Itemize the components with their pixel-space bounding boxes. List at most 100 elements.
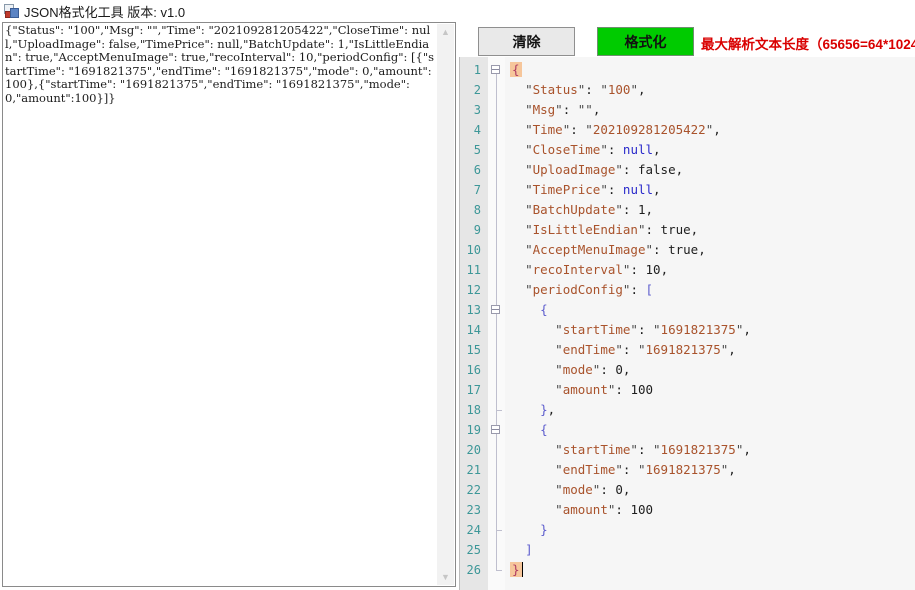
- titlebar: JSON格式化工具 版本: v1.0: [0, 0, 915, 22]
- fold-marker: [488, 200, 505, 220]
- code-text: "Msg": "",: [505, 100, 600, 120]
- fold-marker: [488, 560, 505, 580]
- fold-marker: [488, 500, 505, 520]
- code-line: 18 },: [460, 400, 915, 420]
- code-text: {: [505, 60, 522, 80]
- code-rows: 1{2 "Status": "100",3 "Msg": "",4 "Time"…: [460, 57, 915, 580]
- code-text: {: [505, 420, 548, 440]
- line-number: 7: [460, 180, 488, 200]
- clear-button[interactable]: 清除: [478, 27, 575, 56]
- fold-marker: [488, 520, 505, 540]
- code-line: 1{: [460, 60, 915, 80]
- fold-marker: [488, 340, 505, 360]
- code-line: 10 "AcceptMenuImage": true,: [460, 240, 915, 260]
- line-number: 20: [460, 440, 488, 460]
- fold-marker: [488, 380, 505, 400]
- raw-json-text[interactable]: {"Status": "100","Msg": "","Time": "2021…: [5, 24, 435, 105]
- line-number: 5: [460, 140, 488, 160]
- code-line: 25 ]: [460, 540, 915, 560]
- fold-marker: [488, 80, 505, 100]
- line-number: 3: [460, 100, 488, 120]
- line-number: 17: [460, 380, 488, 400]
- fold-marker: [488, 160, 505, 180]
- code-line: 3 "Msg": "",: [460, 100, 915, 120]
- text-caret: [522, 562, 523, 577]
- line-number: 9: [460, 220, 488, 240]
- code-text: {: [505, 300, 548, 320]
- code-line: 24 }: [460, 520, 915, 540]
- code-text: "recoInterval": 10,: [505, 260, 668, 280]
- line-number: 25: [460, 540, 488, 560]
- fold-marker: [488, 220, 505, 240]
- line-number: 11: [460, 260, 488, 280]
- line-number: 18: [460, 400, 488, 420]
- code-line: 8 "BatchUpdate": 1,: [460, 200, 915, 220]
- line-number: 21: [460, 460, 488, 480]
- code-line: 6 "UploadImage": false,: [460, 160, 915, 180]
- line-number: 26: [460, 560, 488, 580]
- code-text: }: [505, 520, 548, 540]
- code-line: 26}: [460, 560, 915, 580]
- fold-marker: [488, 260, 505, 280]
- line-number: 14: [460, 320, 488, 340]
- code-line: 12 "periodConfig": [: [460, 280, 915, 300]
- line-number: 19: [460, 420, 488, 440]
- code-text: ]: [505, 540, 533, 560]
- fold-marker: [488, 240, 505, 260]
- fold-marker: [488, 540, 505, 560]
- fold-marker: [488, 320, 505, 340]
- line-number: 4: [460, 120, 488, 140]
- line-number: 1: [460, 60, 488, 80]
- line-number: 12: [460, 280, 488, 300]
- scroll-up-icon[interactable]: ▲: [437, 25, 454, 39]
- code-line: 16 "mode": 0,: [460, 360, 915, 380]
- code-line: 2 "Status": "100",: [460, 80, 915, 100]
- line-number: 10: [460, 240, 488, 260]
- line-number: 16: [460, 360, 488, 380]
- code-line: 4 "Time": "202109281205422",: [460, 120, 915, 140]
- code-text: "Status": "100",: [505, 80, 646, 100]
- code-text: "IsLittleEndian": true,: [505, 220, 698, 240]
- code-text: "startTime": "1691821375",: [505, 440, 751, 460]
- fold-marker: [488, 140, 505, 160]
- code-line: 14 "startTime": "1691821375",: [460, 320, 915, 340]
- format-button[interactable]: 格式化: [597, 27, 694, 56]
- code-text: "UploadImage": false,: [505, 160, 683, 180]
- code-line: 23 "amount": 100: [460, 500, 915, 520]
- window-title: JSON格式化工具 版本: v1.0: [24, 2, 185, 21]
- code-editor[interactable]: 1{2 "Status": "100",3 "Msg": "",4 "Time"…: [459, 57, 915, 590]
- scroll-down-icon[interactable]: ▼: [437, 570, 454, 584]
- line-number: 8: [460, 200, 488, 220]
- fold-marker: [488, 120, 505, 140]
- code-line: 22 "mode": 0,: [460, 480, 915, 500]
- code-line: 7 "TimePrice": null,: [460, 180, 915, 200]
- code-text: "mode": 0,: [505, 360, 630, 380]
- code-line: 13 {: [460, 300, 915, 320]
- app-icon: [4, 4, 18, 18]
- code-text: "amount": 100: [505, 500, 653, 520]
- fold-toggle-icon[interactable]: [488, 420, 505, 440]
- code-text: "endTime": "1691821375",: [505, 340, 736, 360]
- line-number: 6: [460, 160, 488, 180]
- fold-toggle-icon[interactable]: [488, 300, 505, 320]
- line-number: 23: [460, 500, 488, 520]
- fold-marker: [488, 440, 505, 460]
- code-text: "endTime": "1691821375",: [505, 460, 736, 480]
- fold-marker: [488, 400, 505, 420]
- fold-marker: [488, 360, 505, 380]
- code-text: }: [505, 560, 523, 580]
- code-line: 9 "IsLittleEndian": true,: [460, 220, 915, 240]
- code-line: 19 {: [460, 420, 915, 440]
- code-text: "TimePrice": null,: [505, 180, 661, 200]
- code-text: "periodConfig": [: [505, 280, 653, 300]
- code-text: "Time": "202109281205422",: [505, 120, 721, 140]
- code-text: "CloseTime": null,: [505, 140, 661, 160]
- fold-marker: [488, 480, 505, 500]
- input-scrollbar[interactable]: ▲ ▼: [437, 24, 454, 585]
- code-line: 15 "endTime": "1691821375",: [460, 340, 915, 360]
- code-text: "startTime": "1691821375",: [505, 320, 751, 340]
- raw-json-input[interactable]: {"Status": "100","Msg": "","Time": "2021…: [2, 22, 456, 587]
- code-text: "AcceptMenuImage": true,: [505, 240, 706, 260]
- fold-toggle-icon[interactable]: [488, 60, 505, 80]
- fold-marker: [488, 280, 505, 300]
